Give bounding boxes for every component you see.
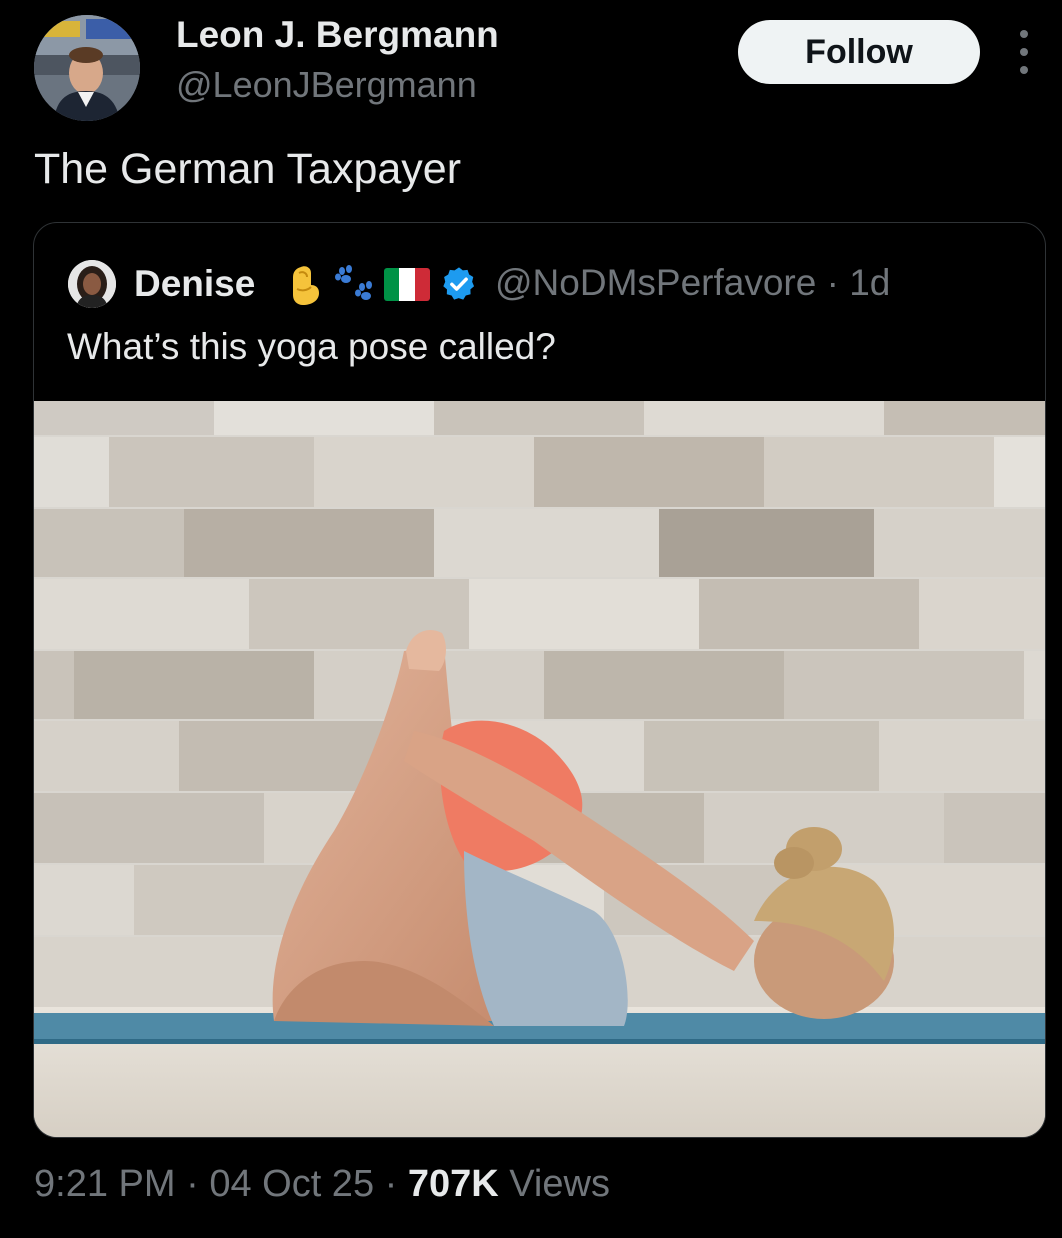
quoted-author-name[interactable]: Denise (134, 263, 255, 305)
follow-button[interactable]: Follow (738, 20, 980, 84)
pinched-fingers-icon (293, 266, 319, 305)
quoted-tweet-text: What’s this yoga pose called? (67, 326, 556, 367)
quoted-author-handle[interactable]: @NoDMsPerfavore · 1d (495, 262, 890, 304)
author-avatar-image (34, 15, 140, 121)
tweet-metadata: 9:21 PM · 04 Oct 25 · 707K Views (34, 1163, 610, 1206)
author-name[interactable]: Leon J. Bergmann (176, 14, 499, 56)
verified-badge-icon (443, 267, 475, 300)
tweet-date[interactable]: 04 Oct 25 (209, 1163, 374, 1205)
yoga-photo-image (34, 401, 1045, 1137)
views-count: 707K (407, 1163, 499, 1205)
author-avatar[interactable] (34, 15, 140, 121)
tweet-text: The German Taxpayer (34, 145, 462, 193)
quoted-author-avatar[interactable] (68, 260, 116, 308)
tweet-time[interactable]: 9:21 PM (34, 1163, 176, 1205)
author-handle[interactable]: @LeonJBergmann (176, 64, 477, 106)
paw-prints-icon (335, 265, 372, 300)
italy-flag-icon (384, 268, 430, 301)
separator: · (374, 1163, 408, 1205)
more-options-icon[interactable] (1006, 30, 1042, 74)
quoted-tweet-card[interactable]: Denise @NoDMsPerfavore · 1d What’s this … (33, 222, 1046, 1138)
quoted-tweet-photo[interactable] (34, 401, 1045, 1137)
separator: · (175, 1163, 210, 1205)
quoted-avatar-image (68, 260, 116, 308)
views-label: Views (498, 1163, 610, 1205)
